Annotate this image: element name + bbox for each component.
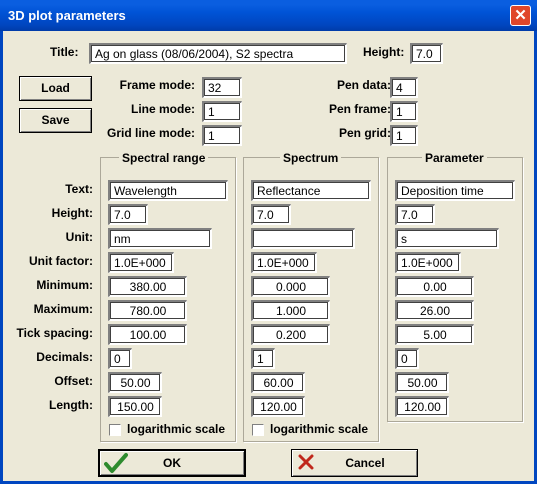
parameter-offset-input[interactable]: 50.00 [395, 372, 449, 393]
title-input[interactable]: Ag on glass (08/06/2004), S2 spectra [89, 43, 347, 64]
window-title: 3D plot parameters [8, 8, 126, 23]
spectrum-offset-input[interactable]: 60.00 [251, 372, 305, 393]
row-label-unit-factor: Unit factor: [29, 254, 93, 268]
spectral-range-unit-input[interactable]: nm [108, 228, 212, 249]
pen-grid-input[interactable]: 1 [390, 125, 418, 146]
close-icon: ✕ [514, 7, 527, 24]
frame-mode-label: Frame mode: [119, 78, 195, 92]
row-label-unit: Unit: [65, 230, 93, 244]
spectral-range-log-label: logarithmic scale [127, 422, 226, 436]
row-label-decimals: Decimals: [36, 350, 93, 364]
save-button[interactable]: Save [19, 108, 92, 133]
spectral-range-decimals-input[interactable]: 0 [108, 348, 132, 369]
line-mode-input[interactable]: 1 [202, 101, 242, 122]
row-label-maximum: Maximum: [33, 302, 93, 316]
pen-frame-label: Pen frame: [328, 102, 391, 116]
spectral-range-offset-input[interactable]: 50.00 [108, 372, 162, 393]
pen-grid-label: Pen grid: [338, 126, 391, 140]
height-input[interactable]: 7.0 [410, 43, 443, 64]
spectrum-minimum-input[interactable]: 0.000 [251, 276, 330, 297]
spectral-range-log-checkbox[interactable] [109, 424, 121, 436]
parameter-unit-input[interactable]: s [395, 228, 499, 249]
row-label-offset: Offset: [54, 374, 93, 388]
parameter-maximum-input[interactable]: 26.00 [395, 300, 474, 321]
spectrum-decimals-input[interactable]: 1 [251, 348, 275, 369]
spectrum-unit-factor-input[interactable]: 1.0E+000 [251, 252, 317, 273]
parameter-minimum-input[interactable]: 0.00 [395, 276, 474, 297]
height-label: Height: [363, 45, 405, 59]
row-label-height: Height: [51, 206, 93, 220]
spectral-range-length-input[interactable]: 150.00 [108, 396, 162, 417]
ok-label: OK [163, 456, 181, 470]
spectral-range-minimum-input[interactable]: 380.00 [108, 276, 187, 297]
ok-button[interactable]: OK [98, 449, 246, 477]
close-button[interactable]: ✕ [510, 5, 531, 26]
spectrum-log-checkbox[interactable] [252, 424, 264, 436]
row-label-tick-spacing: Tick spacing: [16, 326, 93, 340]
spectrum-unit-input[interactable] [251, 228, 355, 249]
parameter-title: Parameter [422, 151, 487, 165]
row-label-length: Length: [49, 398, 93, 412]
spectrum-maximum-input[interactable]: 1.000 [251, 300, 330, 321]
pen-data-label: Pen data: [336, 78, 391, 92]
title-bar: 3D plot parameters ✕ [0, 0, 537, 31]
spectral-range-text-input[interactable]: Wavelength [108, 180, 228, 201]
pen-frame-input[interactable]: 1 [390, 101, 418, 122]
spectrum-length-input[interactable]: 120.00 [251, 396, 305, 417]
load-button[interactable]: Load [19, 76, 92, 101]
spectral-range-unit-factor-input[interactable]: 1.0E+000 [108, 252, 174, 273]
spectrum-tick-spacing-input[interactable]: 0.200 [251, 324, 330, 345]
row-label-text: Text: [65, 182, 93, 196]
frame-mode-input[interactable]: 32 [202, 77, 242, 98]
grid-line-mode-label: Grid line mode: [106, 126, 195, 140]
parameter-text-input[interactable]: Deposition time [395, 180, 515, 201]
row-label-minimum: Minimum: [36, 278, 93, 292]
cancel-button[interactable]: Cancel [291, 449, 418, 477]
spectrum-log-label: logarithmic scale [270, 422, 369, 436]
line-mode-label: Line mode: [130, 102, 195, 116]
pen-data-input[interactable]: 4 [390, 77, 418, 98]
parameter-length-input[interactable]: 120.00 [395, 396, 449, 417]
spectral-range-height-input[interactable]: 7.0 [108, 204, 148, 225]
spectrum-height-input[interactable]: 7.0 [251, 204, 291, 225]
title-label: Title: [50, 45, 79, 59]
spectral-range-maximum-input[interactable]: 780.00 [108, 300, 187, 321]
cancel-label: Cancel [345, 456, 385, 470]
parameter-unit-factor-input[interactable]: 1.0E+000 [395, 252, 461, 273]
grid-line-mode-input[interactable]: 1 [202, 125, 242, 146]
spectrum-title: Spectrum [280, 151, 342, 165]
spectral-range-tick-spacing-input[interactable]: 100.00 [108, 324, 187, 345]
spectrum-text-input[interactable]: Reflectance [251, 180, 371, 201]
spectral-range-title: Spectral range [119, 151, 209, 165]
parameter-decimals-input[interactable]: 0 [395, 348, 419, 369]
parameter-tick-spacing-input[interactable]: 5.00 [395, 324, 474, 345]
parameter-height-input[interactable]: 7.0 [395, 204, 435, 225]
